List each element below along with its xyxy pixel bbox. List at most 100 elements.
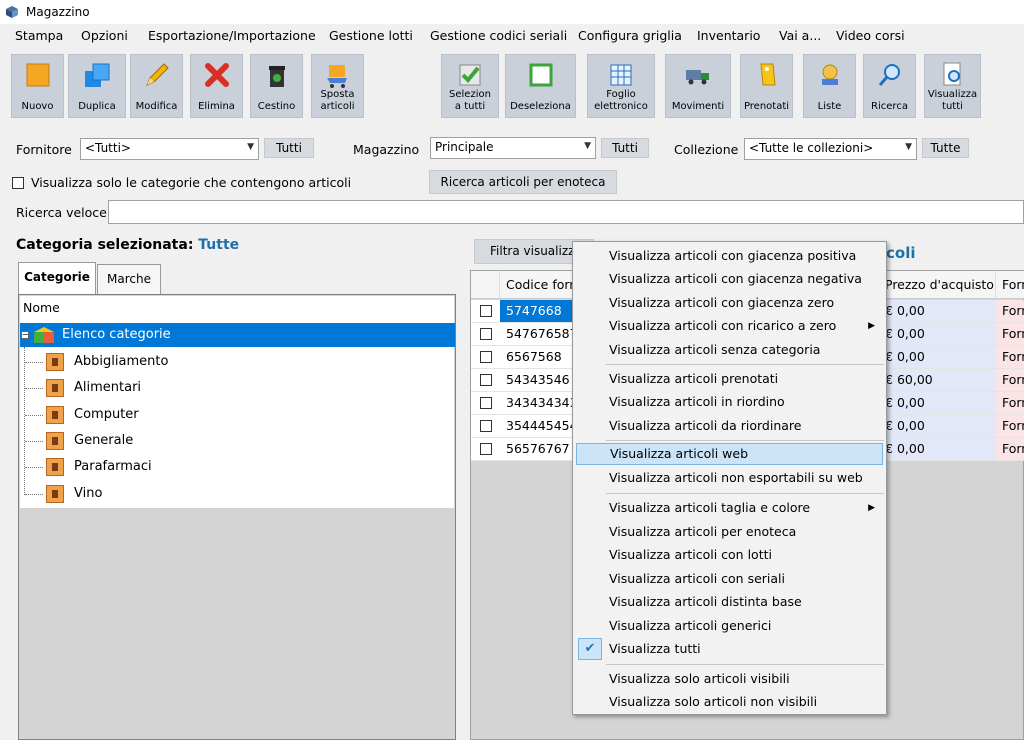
- tree-branch: [25, 494, 43, 495]
- fornitore-tutti-button[interactable]: Tutti: [264, 138, 314, 158]
- menu-ricarico-zero[interactable]: Visualizza articoli con ricarico a zero …: [576, 315, 883, 337]
- menu-stampa[interactable]: Stampa: [15, 28, 63, 43]
- menu-video-corsi[interactable]: Video corsi: [836, 28, 905, 43]
- menu-solo-visibili[interactable]: Visualizza solo articoli visibili: [576, 668, 883, 690]
- menu-visualizza-tutti-label: Visualizza tutti: [609, 641, 701, 656]
- menu-taglia-colore[interactable]: Visualizza articoli taglia e colore ▶: [576, 497, 883, 519]
- menu-solo-non-visibili[interactable]: Visualizza solo articoli non visibili: [576, 691, 883, 713]
- fornitore-select[interactable]: <Tutti> ▼: [80, 138, 259, 160]
- menu-gestione-lotti[interactable]: Gestione lotti: [329, 28, 413, 43]
- menu-ricarico-zero-label: Visualizza articoli con ricarico a zero: [609, 318, 837, 333]
- tree-root-row[interactable]: − Elenco categorie: [20, 323, 455, 347]
- ricerca-veloce-input[interactable]: [108, 200, 1024, 224]
- menu-giacenza-negativa[interactable]: Visualizza articoli con giacenza negativ…: [576, 268, 883, 290]
- menu-esportazione[interactable]: Esportazione/Importazione: [148, 28, 316, 43]
- menu-articoli-web[interactable]: Visualizza articoli web: [576, 443, 883, 465]
- ricerca-enoteca-button[interactable]: Ricerca articoli per enoteca: [429, 170, 617, 194]
- tree-item-computer[interactable]: Computer: [20, 403, 455, 427]
- row-checkbox[interactable]: [480, 420, 492, 432]
- menu-vai-a[interactable]: Vai a...: [779, 28, 821, 43]
- ricerca-button[interactable]: Ricerca: [863, 54, 916, 118]
- duplica-button[interactable]: Duplica: [68, 54, 126, 118]
- collapse-icon[interactable]: −: [21, 331, 29, 339]
- modifica-button[interactable]: Modifica: [130, 54, 183, 118]
- collezione-tutte-button[interactable]: Tutte: [922, 138, 969, 158]
- tree-item-alimentari[interactable]: Alimentari: [20, 376, 455, 400]
- tree-item-label: Computer: [74, 407, 139, 422]
- menu-opzioni[interactable]: Opzioni: [81, 28, 128, 43]
- grid-header-prezzo[interactable]: Prezzo d'acquisto: [879, 271, 996, 299]
- menu-taglia-colore-label: Visualizza articoli taglia e colore: [609, 500, 811, 515]
- magazzino-value: Principale: [435, 140, 494, 154]
- tree-item-parafarmaci[interactable]: Parafarmaci: [20, 455, 455, 479]
- grid-header-fornitore[interactable]: Forn: [996, 271, 1024, 299]
- seleziona-tutti-button[interactable]: Selezion a tutti: [441, 54, 499, 118]
- menu-da-riordinare[interactable]: Visualizza articoli da riordinare: [576, 415, 883, 437]
- deseleziona-button[interactable]: Deseleziona: [505, 54, 576, 118]
- visualizza-tutti-button[interactable]: Visualizza tutti: [924, 54, 981, 118]
- foglio-label-2: elettronico: [594, 101, 648, 112]
- menu-visualizza-tutti[interactable]: ✔ Visualizza tutti: [576, 638, 883, 660]
- nuovo-button[interactable]: Nuovo: [11, 54, 64, 118]
- row-price: € 0,00: [879, 415, 996, 437]
- check-icon: ✔: [578, 638, 602, 660]
- menu-senza-categoria[interactable]: Visualizza articoli senza categoria: [576, 339, 883, 361]
- menu-inventario[interactable]: Inventario: [697, 28, 760, 43]
- solo-categorie-checkbox[interactable]: [12, 177, 24, 189]
- tree-branch: [25, 415, 43, 416]
- tree-item-generale[interactable]: Generale: [20, 429, 455, 453]
- chevron-down-icon: ▼: [247, 142, 254, 152]
- row-checkbox[interactable]: [480, 443, 492, 455]
- row-checkbox[interactable]: [480, 397, 492, 409]
- magazzino-tutti-button[interactable]: Tutti: [601, 138, 649, 158]
- solo-categorie-label: Visualizza solo le categorie che conteng…: [31, 175, 352, 190]
- new-icon: [26, 63, 49, 87]
- movimenti-button[interactable]: Movimenti: [665, 54, 731, 118]
- menu-prenotati[interactable]: Visualizza articoli prenotati: [576, 368, 883, 390]
- row-price-value: 60,00: [896, 372, 933, 387]
- menu-non-esportabili-web[interactable]: Visualizza articoli non esportabili su w…: [576, 467, 883, 489]
- menu-enoteca[interactable]: Visualizza articoli per enoteca: [576, 521, 883, 543]
- tree-item-label: Alimentari: [74, 380, 142, 395]
- menu-con-lotti[interactable]: Visualizza articoli con lotti: [576, 544, 883, 566]
- menu-separator: [606, 364, 884, 365]
- row-checkbox[interactable]: [480, 351, 492, 363]
- elimina-button[interactable]: Elimina: [190, 54, 243, 118]
- tree-item-abbigliamento[interactable]: Abbigliamento: [20, 350, 455, 374]
- tab-categorie[interactable]: Categorie: [18, 262, 96, 294]
- menu-generici[interactable]: Visualizza articoli generici: [576, 615, 883, 637]
- tree-item-vino[interactable]: Vino: [20, 482, 455, 506]
- grid-header-check: [471, 271, 500, 299]
- collezione-select[interactable]: <Tutte le collezioni> ▼: [744, 138, 917, 160]
- menu-con-seriali[interactable]: Visualizza articoli con seriali: [576, 568, 883, 590]
- row-price: € 0,00: [879, 392, 996, 414]
- row-checkbox[interactable]: [480, 305, 492, 317]
- menu-separator: [606, 664, 884, 665]
- row-price: € 0,00: [879, 323, 996, 345]
- sposta-articoli-button[interactable]: Sposta articoli: [311, 54, 364, 118]
- tree-item-label: Generale: [74, 433, 134, 448]
- prenotati-button[interactable]: Prenotati: [740, 54, 793, 118]
- liste-button[interactable]: Liste: [803, 54, 856, 118]
- menu-in-riordino[interactable]: Visualizza articoli in riordino: [576, 391, 883, 413]
- visualizza-label-1: Visualizza: [927, 89, 978, 100]
- row-forn: Forn: [996, 369, 1024, 391]
- magazzino-select[interactable]: Principale ▼: [430, 137, 596, 159]
- category-tree: Nome − Elenco categorie Abbigliamento Al…: [18, 294, 456, 740]
- menu-gestione-seriali[interactable]: Gestione codici seriali: [430, 28, 567, 43]
- trash-icon: [268, 66, 285, 87]
- tab-marche[interactable]: Marche: [97, 264, 161, 294]
- cestino-button[interactable]: Cestino: [250, 54, 303, 118]
- menu-giacenza-zero[interactable]: Visualizza articoli con giacenza zero: [576, 292, 883, 314]
- tree-branch: [25, 467, 43, 468]
- menu-configura-griglia[interactable]: Configura griglia: [578, 28, 682, 43]
- folder-icon: [46, 458, 64, 476]
- tag-icon: [759, 63, 776, 86]
- menu-distinta-base[interactable]: Visualizza articoli distinta base: [576, 591, 883, 613]
- row-checkbox[interactable]: [480, 328, 492, 340]
- row-price-value: 0,00: [896, 326, 925, 341]
- menu-separator: [606, 493, 884, 494]
- foglio-elettronico-button[interactable]: Foglio elettronico: [587, 54, 655, 118]
- menu-giacenza-positiva[interactable]: Visualizza articoli con giacenza positiv…: [576, 245, 883, 267]
- row-checkbox[interactable]: [480, 374, 492, 386]
